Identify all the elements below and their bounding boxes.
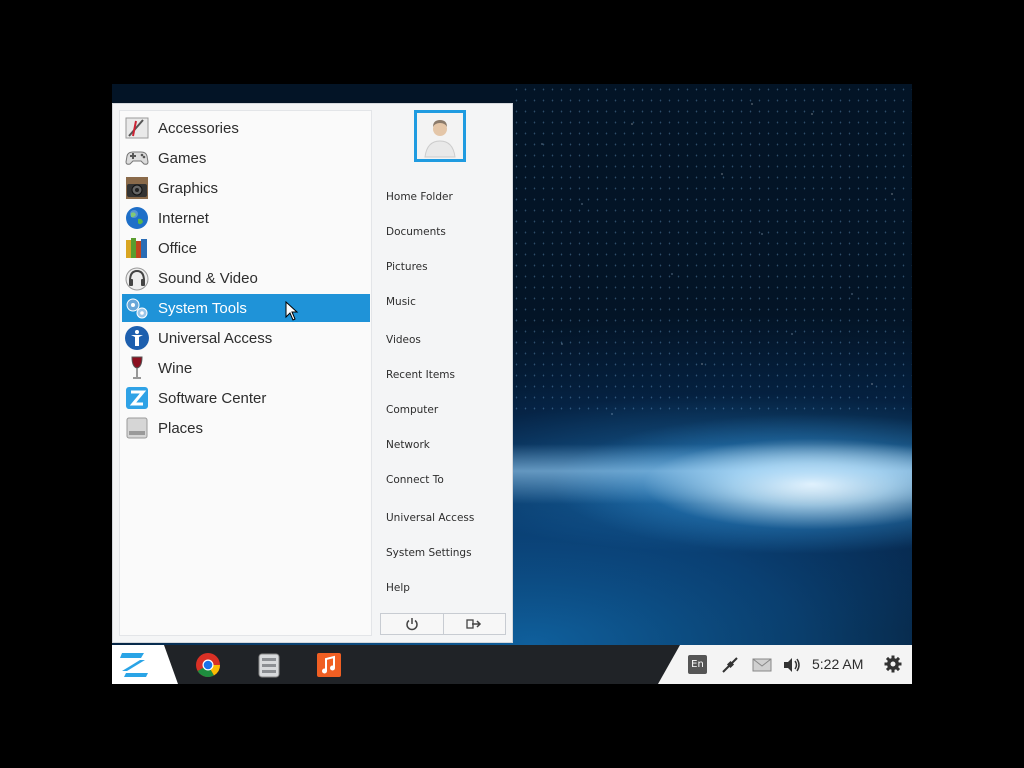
power-icon: [406, 618, 418, 631]
session-buttons: [380, 613, 506, 635]
drive-icon: [126, 417, 148, 439]
user-silhouette-icon: [424, 120, 456, 158]
taskbar: En 5:22 AM: [112, 645, 912, 684]
file-manager-icon[interactable]: [256, 652, 282, 678]
globe-icon: [126, 207, 148, 229]
mouse-cursor-icon: [285, 301, 299, 321]
gears-icon: [126, 298, 148, 319]
place-network[interactable]: Network: [386, 439, 430, 451]
place-computer[interactable]: Computer: [386, 404, 438, 416]
place-documents[interactable]: Documents: [386, 226, 446, 238]
planet-horizon-glow: [512, 444, 912, 504]
place-system-settings[interactable]: System Settings: [386, 547, 472, 559]
logout-icon: [466, 619, 482, 629]
places-panel: Home Folder Documents Pictures Music Vid…: [373, 110, 508, 636]
place-music[interactable]: Music: [386, 296, 416, 308]
headphones-icon: [125, 267, 149, 291]
place-pictures[interactable]: Pictures: [386, 261, 428, 273]
gamepad-icon: [125, 151, 149, 165]
clock[interactable]: 5:22 AM: [812, 656, 863, 672]
place-help[interactable]: Help: [386, 582, 410, 594]
accessibility-icon: [125, 326, 149, 350]
place-home-folder[interactable]: Home Folder: [386, 191, 453, 203]
user-avatar-icon[interactable]: [414, 110, 466, 162]
gear-icon[interactable]: [884, 655, 902, 673]
system-tray: En 5:22 AM: [658, 645, 912, 684]
menu-item-sound-video[interactable]: Sound & Video: [122, 264, 370, 292]
menu-item-software-center[interactable]: Software Center: [122, 384, 370, 412]
power-button[interactable]: [381, 614, 444, 634]
place-connect-to[interactable]: Connect To: [386, 474, 444, 486]
accessories-icon: [125, 117, 149, 139]
menu-item-universal-access[interactable]: Universal Access: [122, 324, 370, 352]
app-categories-list: Accessories Games Graphics Internet Offi…: [119, 110, 372, 636]
start-menu: Accessories Games Graphics Internet Offi…: [112, 103, 513, 643]
mail-icon[interactable]: [752, 655, 772, 675]
menu-item-office[interactable]: Office: [122, 234, 370, 262]
menu-item-places[interactable]: Places: [122, 414, 370, 442]
menu-item-internet[interactable]: Internet: [122, 204, 370, 232]
zorin-logo-icon: [120, 652, 148, 677]
logout-button[interactable]: [444, 614, 506, 634]
music-player-icon[interactable]: [316, 652, 342, 678]
volume-icon[interactable]: [782, 655, 802, 675]
menu-item-wine[interactable]: Wine: [122, 354, 370, 382]
software-center-icon: [126, 387, 148, 409]
chrome-icon[interactable]: [195, 652, 221, 678]
wine-glass-icon: [131, 356, 143, 379]
menu-item-accessories[interactable]: Accessories: [122, 114, 370, 142]
camera-icon: [126, 177, 148, 199]
place-videos[interactable]: Videos: [386, 334, 421, 346]
menu-item-graphics[interactable]: Graphics: [122, 174, 370, 202]
books-icon: [126, 238, 147, 258]
network-icon[interactable]: [720, 655, 740, 675]
menu-item-games[interactable]: Games: [122, 144, 370, 172]
place-recent-items[interactable]: Recent Items: [386, 369, 455, 381]
menu-item-system-tools[interactable]: System Tools: [122, 294, 370, 322]
language-indicator[interactable]: En: [688, 655, 707, 674]
start-button[interactable]: [112, 645, 178, 684]
place-universal-access[interactable]: Universal Access: [386, 512, 474, 524]
